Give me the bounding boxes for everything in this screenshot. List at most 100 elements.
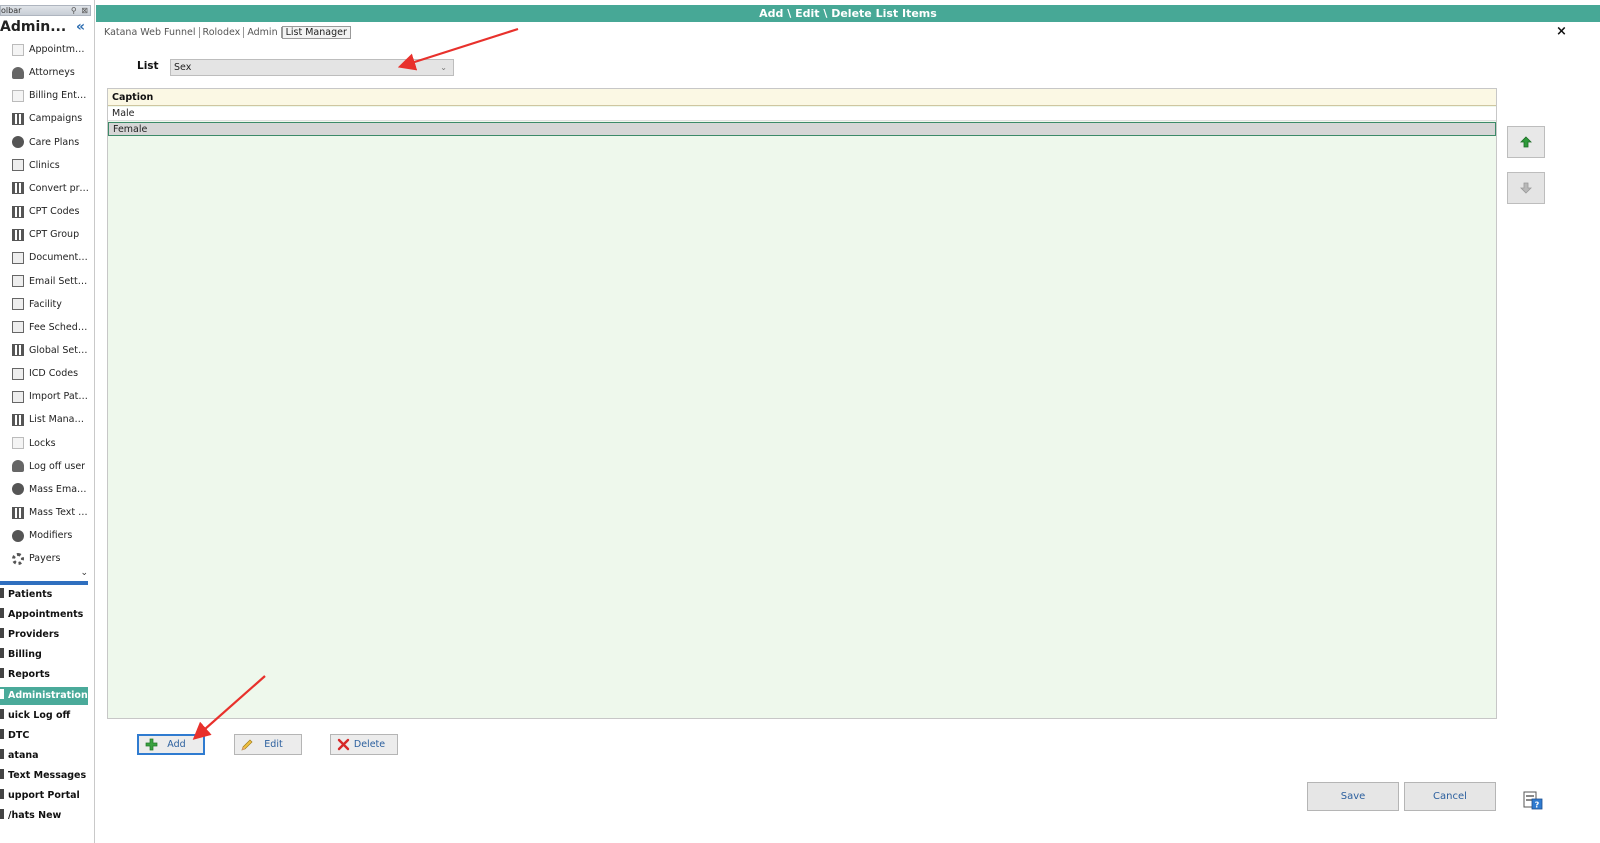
people-icon xyxy=(12,66,24,79)
nav-item-appointments[interactable]: Appointments xyxy=(0,606,88,624)
sidebar-item-label: Import Patie... xyxy=(29,391,89,403)
sidebar-item-import-patie[interactable]: Import Patie... xyxy=(0,385,91,408)
scroll-down-icon[interactable]: ⌄ xyxy=(80,568,88,578)
sidebar-toolbar: olbar ⚲ ⊠ xyxy=(0,5,91,16)
sidebar-item-payers[interactable]: Payers xyxy=(0,547,91,570)
plus-icon xyxy=(144,738,158,752)
help-icon[interactable]: ? xyxy=(1522,789,1544,811)
sidebar-item-facility[interactable]: Facility xyxy=(0,293,91,316)
sidebar-title: Admin... « xyxy=(0,19,91,37)
nav-item-dtc[interactable]: DTC xyxy=(0,727,88,745)
breadcrumb-katana-web-funnel[interactable]: Katana Web Funnel xyxy=(101,26,200,38)
sidebar-item-log-off-user[interactable]: Log off user xyxy=(0,455,91,478)
move-up-button[interactable] xyxy=(1507,126,1545,158)
sidebar-item-attorneys[interactable]: Attorneys xyxy=(0,61,91,84)
list-select[interactable]: Sex ⌄ xyxy=(170,59,454,76)
nav-item-uick-log-off[interactable]: uick Log off xyxy=(0,707,88,725)
care-plans-icon xyxy=(12,136,24,149)
nav-item-atana[interactable]: atana xyxy=(0,747,88,765)
nav-item-label: Text Messages xyxy=(8,769,87,781)
sidebar-item-icd-codes[interactable]: ICD Codes xyxy=(0,362,91,385)
sidebar-item-mass-text-s[interactable]: Mass Text S... xyxy=(0,501,91,524)
sidebar-item-clinics[interactable]: Clinics xyxy=(0,154,91,177)
nav-item-text-messages[interactable]: Text Messages xyxy=(0,767,88,785)
user-logoff-icon xyxy=(12,460,24,473)
table-row[interactable]: Male xyxy=(108,107,1496,121)
sidebar-item-label: Mass Text S... xyxy=(29,507,89,518)
sidebar-item-care-plans[interactable]: Care Plans xyxy=(0,131,91,154)
sidebar-item-appointment[interactable]: Appointment... xyxy=(0,38,91,61)
table-row-selected[interactable]: Female xyxy=(108,122,1496,136)
nav-item-icon xyxy=(0,688,4,699)
nav-item-upport-portal[interactable]: upport Portal xyxy=(0,787,88,805)
cancel-button[interactable]: Cancel xyxy=(1404,782,1496,811)
sidebar-item-locks[interactable]: Locks xyxy=(0,432,91,455)
sidebar-item-mass-email-s[interactable]: Mass Email S... xyxy=(0,478,91,501)
svg-text:?: ? xyxy=(1535,801,1540,810)
delete-button[interactable]: Delete xyxy=(330,734,398,755)
edit-button[interactable]: Edit xyxy=(234,734,302,755)
lock-icon xyxy=(12,437,24,450)
nav-item-billing[interactable]: Billing xyxy=(0,646,88,664)
sidebar-item-label: Facility xyxy=(29,298,62,310)
sidebar-item-global-settin[interactable]: Global Settin... xyxy=(0,339,91,362)
collapse-sidebar-icon[interactable]: « xyxy=(76,19,85,35)
sidebar-item-list-manager[interactable]: List Manager xyxy=(0,408,91,431)
nav-item-label: Providers xyxy=(8,629,60,641)
sidebar-item-email-settings[interactable]: Email Settings xyxy=(0,270,91,293)
close-icon[interactable]: × xyxy=(1556,24,1567,39)
window-title: Add \ Edit \ Delete List Items xyxy=(759,7,937,20)
breadcrumb-list-manager[interactable]: List Manager xyxy=(281,25,351,39)
nav-item--hats-new[interactable]: /hats New xyxy=(0,807,88,825)
sidebar-item-fee-schedules[interactable]: Fee Schedules xyxy=(0,316,91,339)
sidebar-item-label: Clinics xyxy=(29,159,60,171)
app-window: olbar ⚲ ⊠ Admin... « Appointment... Attor… xyxy=(0,0,1600,843)
convert-icon xyxy=(12,182,24,195)
nav-item-label: uick Log off xyxy=(8,709,71,721)
sidebar-item-modifiers[interactable]: Modifiers xyxy=(0,524,91,547)
nav-item-patients[interactable]: Patients xyxy=(0,586,88,604)
caption-column-header[interactable]: Caption xyxy=(108,89,1496,106)
sidebar-splitter[interactable] xyxy=(0,581,88,585)
building-icon xyxy=(12,159,24,172)
breadcrumb-rolodex[interactable]: Rolodex xyxy=(200,26,245,38)
nav-item-icon xyxy=(0,608,4,619)
chevron-down-icon: ⌄ xyxy=(440,63,447,72)
chart-icon xyxy=(12,251,24,264)
sidebar-item-billing-entities[interactable]: Billing Entities xyxy=(0,84,91,107)
facility-icon xyxy=(12,298,24,311)
nav-item-icon xyxy=(0,809,4,820)
import-icon xyxy=(12,390,24,403)
move-down-button[interactable] xyxy=(1507,172,1545,204)
list-label: List xyxy=(137,60,159,72)
gear-icon xyxy=(12,552,24,565)
sidebar-toolbar-label: olbar xyxy=(1,6,22,15)
nav-item-icon xyxy=(0,668,4,679)
codes-icon xyxy=(12,205,24,218)
sidebar-item-label: Mass Email S... xyxy=(29,483,89,495)
breadcrumb-admin[interactable]: Admin xyxy=(244,26,282,38)
sidebar-item-campaigns[interactable]: Campaigns xyxy=(0,107,91,130)
nav-item-label: Administration xyxy=(8,689,88,701)
arrow-up-icon xyxy=(1520,136,1532,148)
sidebar-item-label: Care Plans xyxy=(29,136,80,148)
nav-item-label: /hats New xyxy=(8,810,62,822)
sidebar-item-convert-pros[interactable]: Convert pros... xyxy=(0,177,91,200)
nav-item-reports[interactable]: Reports xyxy=(0,666,88,684)
add-button[interactable]: Add xyxy=(137,734,205,755)
nav-item-label: Billing xyxy=(8,649,42,661)
nav-item-administration[interactable]: Administration xyxy=(0,686,88,705)
arrow-down-icon xyxy=(1520,182,1532,194)
group-icon xyxy=(12,228,24,241)
delete-x-icon xyxy=(336,738,350,752)
sidebar-item-label: Fee Schedules xyxy=(29,321,89,333)
sidebar-item-cpt-codes[interactable]: CPT Codes xyxy=(0,200,91,223)
sidebar-title-text: Admin... xyxy=(0,19,67,35)
sidebar-item-label: Email Settings xyxy=(29,275,89,287)
sidebar-item-document-t[interactable]: Document T... xyxy=(0,246,91,269)
sidebar-item-cpt-group[interactable]: CPT Group xyxy=(0,223,91,246)
nav-item-providers[interactable]: Providers xyxy=(0,626,88,644)
save-button[interactable]: Save xyxy=(1307,782,1399,811)
sidebar-item-label: Global Settin... xyxy=(29,344,89,356)
toolbar-pin-icon[interactable]: ⚲ ⊠ xyxy=(71,6,89,15)
